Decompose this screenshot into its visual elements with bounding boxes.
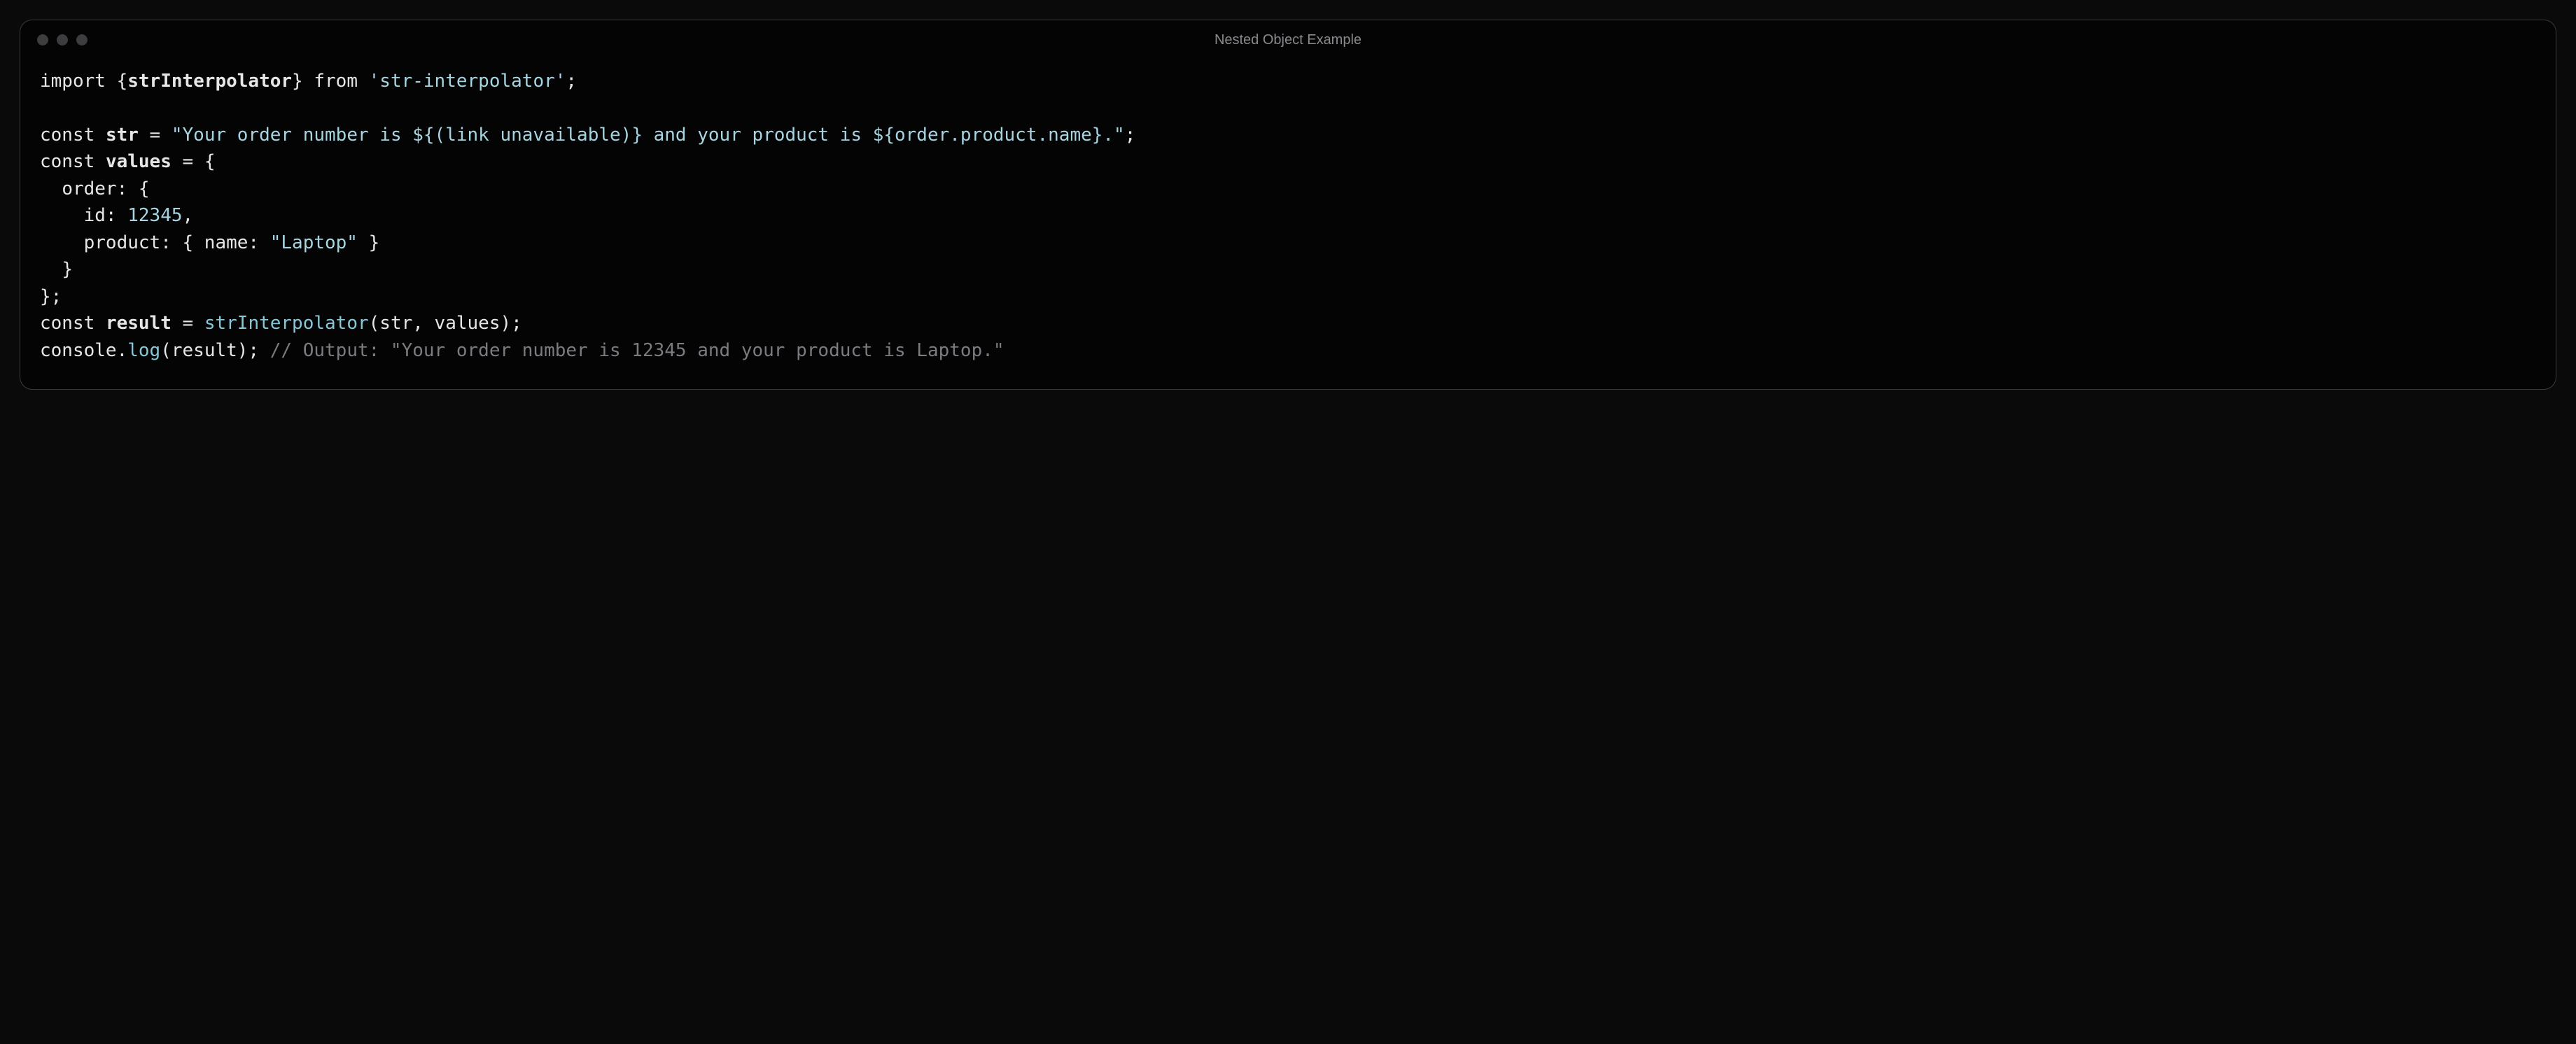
brace-close: }	[292, 71, 314, 92]
code-line-indent: id:	[40, 205, 127, 226]
equals-brace: = {	[172, 151, 216, 172]
var-result: result	[106, 313, 172, 334]
code-line: };	[40, 286, 62, 307]
keyword-const: const	[40, 313, 94, 334]
console-object: console	[40, 340, 117, 361]
module-string: 'str-interpolator'	[369, 71, 566, 92]
var-values: values	[106, 151, 172, 172]
brace-open: {	[106, 71, 127, 92]
comment: // Output: "Your order number is 12345 a…	[270, 340, 1004, 361]
equals: =	[139, 125, 172, 146]
number-literal: 12345	[127, 205, 182, 226]
var-str: str	[106, 125, 139, 146]
code-window: Nested Object Example import {strInterpo…	[20, 20, 2556, 390]
call-args: (result);	[160, 340, 270, 361]
keyword-const: const	[40, 125, 94, 146]
string-literal: "Laptop"	[270, 232, 358, 253]
code-line: }	[40, 259, 73, 280]
semicolon: ;	[566, 71, 577, 92]
window-title: Nested Object Example	[20, 32, 2556, 48]
traffic-light-minimize-icon[interactable]	[57, 34, 68, 45]
code-block: import {strInterpolator} from 'str-inter…	[20, 59, 2556, 389]
function-call: strInterpolator	[204, 313, 369, 334]
equals: =	[172, 313, 204, 334]
keyword-import: import	[40, 71, 106, 92]
code-line: order: {	[40, 178, 150, 199]
space	[358, 71, 369, 92]
space	[94, 125, 106, 146]
log-method: log	[127, 340, 160, 361]
call-args: (str, values);	[369, 313, 522, 334]
code-line-product-b: }	[358, 232, 379, 253]
keyword-from: from	[314, 71, 358, 92]
keyword-const: const	[40, 151, 94, 172]
traffic-lights	[37, 34, 88, 45]
comma: ,	[183, 205, 194, 226]
code-line-product-a: product: { name:	[40, 232, 270, 253]
import-identifier: strInterpolator	[127, 71, 292, 92]
string-literal: "Your order number is ${(link unavailabl…	[172, 125, 1125, 146]
dot: .	[117, 340, 128, 361]
window-titlebar: Nested Object Example	[20, 20, 2556, 59]
semicolon: ;	[1125, 125, 1136, 146]
traffic-light-zoom-icon[interactable]	[76, 34, 88, 45]
space	[94, 151, 106, 172]
traffic-light-close-icon[interactable]	[37, 34, 48, 45]
space	[94, 313, 106, 334]
page-root: Nested Object Example import {strInterpo…	[0, 0, 2576, 1044]
